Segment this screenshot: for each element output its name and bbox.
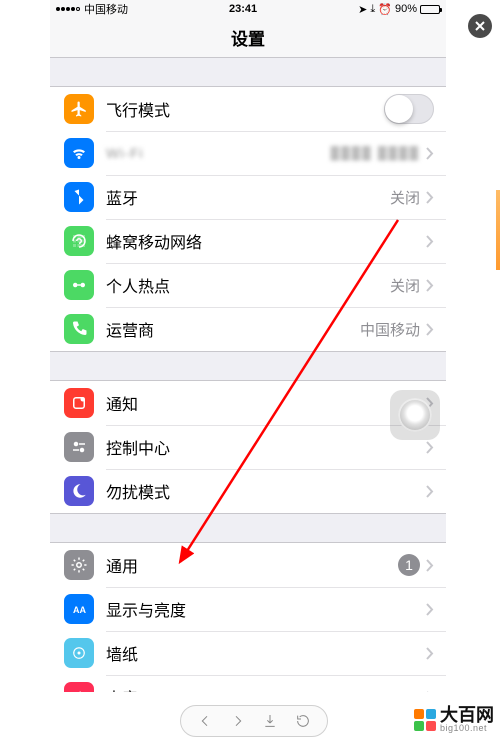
- lock-icon: ⤓: [370, 3, 375, 16]
- bluetooth-icon: [64, 182, 94, 212]
- cell-hotspot[interactable]: 个人热点 关闭: [50, 263, 446, 307]
- prev-icon[interactable]: [197, 713, 213, 729]
- chevron-right-icon: [426, 691, 434, 693]
- svg-text:AA: AA: [73, 605, 86, 615]
- cell-control-center[interactable]: 控制中心: [50, 425, 446, 469]
- phone-icon: [64, 314, 94, 344]
- cell-label: 运营商: [106, 317, 360, 341]
- moon-icon: [64, 476, 94, 506]
- cell-label: 个人热点: [106, 273, 390, 297]
- next-icon[interactable]: [230, 713, 246, 729]
- battery-icon: [420, 5, 440, 14]
- sound-icon: [64, 682, 94, 692]
- cell-sound[interactable]: 声音: [50, 675, 446, 692]
- download-icon[interactable]: [262, 713, 278, 729]
- close-icon: [475, 21, 485, 31]
- settings-content[interactable]: 飞行模式 Wi-Fi ████ ████: [50, 58, 446, 692]
- control-center-icon: [64, 432, 94, 462]
- cell-label: 墙纸: [106, 641, 426, 665]
- navbar: 设置: [50, 18, 446, 58]
- chevron-right-icon: [426, 323, 434, 336]
- chevron-right-icon: [426, 279, 434, 292]
- chevron-right-icon: [426, 647, 434, 660]
- clock: 23:41: [128, 3, 358, 15]
- carrier-label: 中国移动: [84, 1, 128, 17]
- cell-label: 显示与亮度: [106, 597, 426, 621]
- badge: 1: [398, 554, 420, 576]
- airplane-icon: [64, 94, 94, 124]
- assistive-touch-icon: [398, 398, 432, 432]
- cell-display[interactable]: AA 显示与亮度: [50, 587, 446, 631]
- edge-decoration: [496, 190, 500, 270]
- rotate-icon[interactable]: [295, 713, 311, 729]
- cell-dnd[interactable]: 勿扰模式: [50, 469, 446, 513]
- status-bar: 中国移动 23:41 ➤ ⤓ ⏰ 90%: [50, 0, 446, 18]
- cell-value: ████ ████: [331, 146, 420, 160]
- display-icon: AA: [64, 594, 94, 624]
- chevron-right-icon: [426, 559, 434, 572]
- hotspot-icon: [64, 270, 94, 300]
- battery-pct: 90%: [395, 3, 417, 15]
- assistive-touch-button[interactable]: [390, 390, 440, 440]
- settings-group-system: 通知 控制中心 勿扰模式: [50, 380, 446, 514]
- phone-screenshot: 中国移动 23:41 ➤ ⤓ ⏰ 90% 设置: [50, 0, 446, 706]
- cell-label: 通用: [106, 553, 398, 577]
- cell-airplane-mode[interactable]: 飞行模式: [50, 87, 446, 131]
- cell-label: 声音: [106, 685, 426, 692]
- cellular-icon: [64, 226, 94, 256]
- signal-icon: [56, 7, 80, 11]
- cell-label: Wi-Fi: [106, 145, 331, 161]
- wallpaper-icon: [64, 638, 94, 668]
- cell-label: 勿扰模式: [106, 479, 426, 503]
- page-title: 设置: [231, 25, 265, 50]
- watermark: 大百网 big100.net: [414, 706, 494, 733]
- watermark-logo: [414, 709, 436, 731]
- cell-label: 蓝牙: [106, 185, 390, 209]
- notification-icon: [64, 388, 94, 418]
- cell-general[interactable]: 通用 1: [50, 543, 446, 587]
- cell-label: 控制中心: [106, 435, 426, 459]
- close-button[interactable]: [468, 14, 492, 38]
- watermark-title: 大百网: [440, 706, 494, 724]
- cell-wifi[interactable]: Wi-Fi ████ ████: [50, 131, 446, 175]
- watermark-url: big100.net: [440, 724, 494, 733]
- cell-bluetooth[interactable]: 蓝牙 关闭: [50, 175, 446, 219]
- gear-icon: [64, 550, 94, 580]
- chevron-right-icon: [426, 441, 434, 454]
- cell-label: 飞行模式: [106, 97, 384, 121]
- airplane-switch[interactable]: [384, 94, 434, 124]
- chevron-right-icon: [426, 235, 434, 248]
- wifi-icon: [64, 138, 94, 168]
- chevron-right-icon: [426, 191, 434, 204]
- chevron-right-icon: [426, 485, 434, 498]
- settings-group-device: 通用 1 AA 显示与亮度: [50, 542, 446, 692]
- chevron-right-icon: [426, 147, 434, 160]
- cell-notifications[interactable]: 通知: [50, 381, 446, 425]
- cell-label: 蜂窝移动网络: [106, 229, 426, 253]
- cell-label: 通知: [106, 391, 426, 415]
- chevron-right-icon: [426, 603, 434, 616]
- cell-value: 中国移动: [360, 319, 420, 340]
- cell-wallpaper[interactable]: 墙纸: [50, 631, 446, 675]
- page-root: 中国移动 23:41 ➤ ⤓ ⏰ 90% 设置: [0, 0, 500, 755]
- alarm-icon: ⏰: [378, 3, 392, 16]
- cell-value: 关闭: [390, 187, 420, 208]
- cell-value: 关闭: [390, 275, 420, 296]
- location-icon: ➤: [358, 3, 367, 16]
- image-viewer-toolbar: [180, 705, 328, 737]
- cell-carrier[interactable]: 运营商 中国移动: [50, 307, 446, 351]
- settings-group-connectivity: 飞行模式 Wi-Fi ████ ████: [50, 86, 446, 352]
- cell-cellular[interactable]: 蜂窝移动网络: [50, 219, 446, 263]
